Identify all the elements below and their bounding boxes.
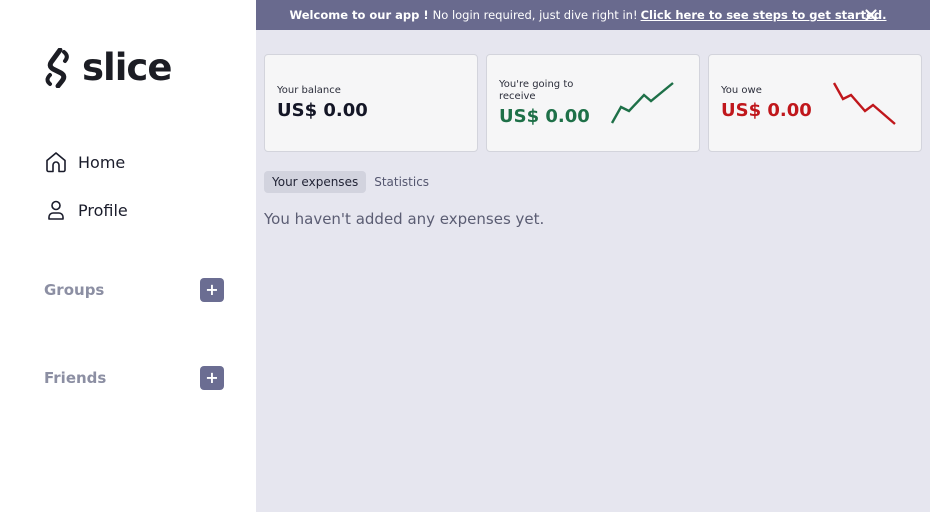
balance-value: US$ 0.00 <box>277 100 368 121</box>
banner-get-started-link[interactable]: Click here to see steps to get started. <box>641 8 887 22</box>
welcome-banner: Welcome to our app ! No login required, … <box>256 0 930 30</box>
nav-home[interactable]: Home <box>44 148 125 176</box>
receive-value: US$ 0.00 <box>499 106 590 127</box>
slice-logo-icon <box>45 48 69 88</box>
receive-card: You're going to receive US$ 0.00 <box>486 54 700 152</box>
home-icon <box>46 152 66 173</box>
trend-up-icon <box>610 82 674 124</box>
groups-title: Groups <box>44 281 105 299</box>
sidebar: slice Home Profile Groups + Friends + <box>0 0 256 512</box>
balance-label: Your balance <box>277 85 341 96</box>
expense-tabs: Your expenses Statistics <box>264 171 437 193</box>
owe-card: You owe US$ 0.00 <box>708 54 922 152</box>
tab-statistics[interactable]: Statistics <box>366 171 437 193</box>
receive-label: You're going to receive <box>499 79 574 102</box>
brand-name: slice <box>82 46 172 89</box>
add-group-button[interactable]: + <box>200 278 224 302</box>
trend-down-icon <box>832 82 896 125</box>
brand-logo[interactable]: slice <box>44 46 172 89</box>
add-friend-button[interactable]: + <box>200 366 224 390</box>
friends-section-header: Friends + <box>44 366 224 390</box>
nav-profile-label: Profile <box>78 200 128 220</box>
nav-home-label: Home <box>78 152 126 172</box>
banner-welcome: Welcome to our app ! <box>289 8 429 22</box>
owe-value: US$ 0.00 <box>721 100 812 121</box>
user-icon <box>48 200 64 220</box>
main-content: Welcome to our app ! No login required, … <box>256 0 930 512</box>
banner-text: No login required, just dive right in! <box>432 8 638 22</box>
balance-card: Your balance US$ 0.00 <box>264 54 478 152</box>
owe-label: You owe <box>721 85 762 96</box>
groups-section-header: Groups + <box>44 278 224 302</box>
nav-profile[interactable]: Profile <box>44 196 128 224</box>
friends-title: Friends <box>44 369 107 387</box>
close-icon[interactable] <box>862 6 880 24</box>
tab-your-expenses[interactable]: Your expenses <box>264 171 367 193</box>
app-root: slice Home Profile Groups + Friends + We… <box>0 0 930 512</box>
empty-expenses-message: You haven't added any expenses yet. <box>264 210 545 228</box>
